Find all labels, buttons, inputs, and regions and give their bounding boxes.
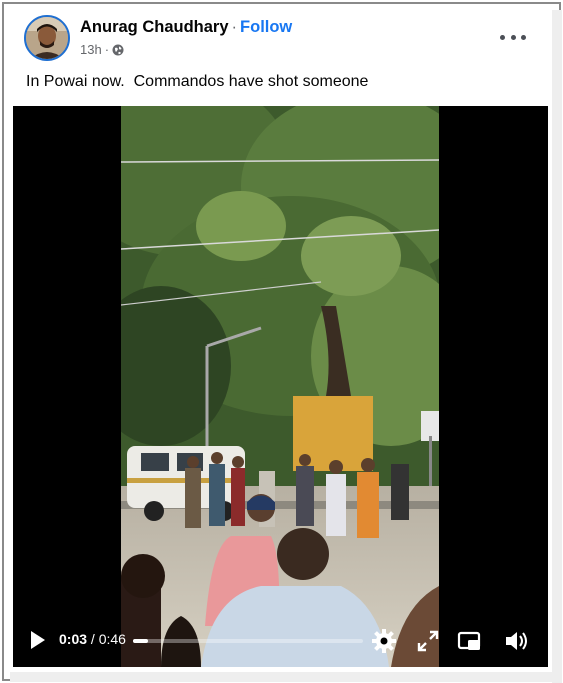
volume-icon[interactable] (503, 628, 529, 654)
post-text: In Powai now. Commandos have shot someon… (26, 73, 369, 90)
duration: 0:46 (98, 631, 126, 647)
picture-in-picture-icon[interactable] (456, 628, 482, 654)
avatar[interactable] (24, 15, 70, 61)
video-player[interactable]: 0:03 / 0:46 (13, 106, 548, 667)
fullscreen-icon[interactable] (415, 628, 441, 654)
video-frame (121, 106, 439, 667)
time-separator: / (87, 631, 99, 647)
post-header: Anurag Chaudhary · Follow (80, 18, 292, 37)
current-time: 0:03 (59, 631, 88, 647)
play-icon[interactable] (29, 629, 47, 651)
post-time[interactable]: 13h (80, 42, 102, 57)
globe-icon (112, 44, 124, 55)
gear-icon[interactable] (371, 628, 397, 654)
author-name[interactable]: Anurag Chaudhary (80, 18, 229, 36)
video-time: 0:03 / 0:46 (59, 631, 126, 647)
video-controls: 0:03 / 0:46 (13, 617, 548, 667)
follow-button[interactable]: Follow (240, 18, 292, 36)
card-edge (552, 10, 562, 683)
card-edge-bottom (10, 672, 562, 682)
header-separator: · (231, 18, 238, 36)
more-options-icon[interactable] (500, 27, 526, 47)
post-meta: 13h · (80, 42, 124, 57)
progress-fill (133, 639, 148, 643)
meta-separator: · (104, 42, 110, 57)
progress-bar[interactable] (133, 639, 363, 643)
